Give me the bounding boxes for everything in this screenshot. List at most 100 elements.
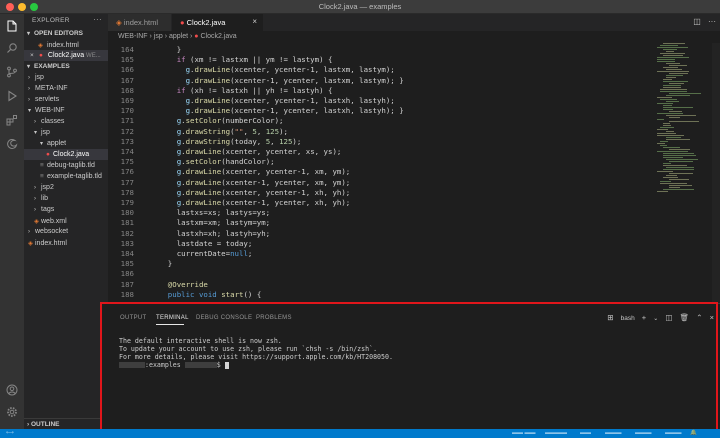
- search-icon[interactable]: [6, 42, 18, 54]
- minimap-line: [663, 177, 678, 179]
- minimap-line: [660, 89, 687, 91]
- new-terminal-icon[interactable]: +: [642, 313, 646, 322]
- close-panel-icon[interactable]: ×: [710, 313, 714, 322]
- minimap[interactable]: [653, 43, 713, 303]
- redacted-host: [119, 362, 145, 368]
- code-text: g.drawLine(xcenter-1, ycenter, xm, ym);: [177, 178, 351, 187]
- minimap-line: [669, 73, 689, 75]
- account-icon[interactable]: [6, 384, 18, 396]
- outline-section[interactable]: › OUTLINE: [24, 418, 108, 429]
- code-text: g.drawLine(xcenter, ycenter-1, xh, yh);: [177, 188, 351, 197]
- breadcrumb-item[interactable]: WEB-INF: [118, 33, 148, 40]
- code-token: drawLine: [185, 147, 222, 156]
- tree-folder[interactable]: ▾ WEB-INF: [24, 105, 108, 116]
- chevron-down-icon[interactable]: ⌄: [653, 316, 658, 322]
- code-token: drawLine: [194, 106, 231, 116]
- open-editor-index-html[interactable]: ◈ index.html: [24, 39, 108, 50]
- status-item[interactable]: ▬▬▬: [665, 430, 682, 436]
- minimap-line: [663, 147, 680, 149]
- explorer-icon[interactable]: [6, 20, 18, 32]
- edge-devtools-icon[interactable]: [6, 138, 18, 150]
- terminal-prompt[interactable]: :examples $: [119, 361, 229, 369]
- tree-folder[interactable]: › lib: [24, 193, 108, 204]
- maximize-panel-icon[interactable]: ⌃: [696, 313, 702, 322]
- minimap-line: [657, 113, 683, 115]
- workspace-section[interactable]: ▾ EXAMPLES: [24, 61, 108, 72]
- sidebar-title: EXPLORER: [32, 17, 70, 24]
- tab-output[interactable]: OUTPUT: [120, 315, 146, 321]
- minimap-line: [663, 49, 677, 51]
- more-actions-icon[interactable]: ···: [93, 15, 102, 24]
- tree-folder[interactable]: › jsp2: [24, 182, 108, 193]
- minimap-line: [663, 79, 672, 81]
- code-token: ,: [270, 136, 280, 146]
- line-number: 188: [120, 289, 134, 299]
- minimap-line: [663, 67, 679, 69]
- code-text: g.drawLine(xcenter, ycenter, xs, ys);: [177, 147, 342, 156]
- source-control-icon[interactable]: [6, 66, 18, 78]
- code-token: (xcenter, ycenter-1, lastxm, lastym);: [230, 65, 395, 75]
- tree-folder[interactable]: › jsp: [24, 72, 108, 83]
- trash-icon[interactable]: 🗑: [680, 313, 690, 322]
- tab-terminal[interactable]: TERMINAL: [156, 315, 189, 321]
- code-token: public: [167, 289, 195, 299]
- status-item[interactable]: ▬▬▬: [635, 430, 652, 436]
- breadcrumb-item[interactable]: applet: [169, 33, 188, 40]
- status-item[interactable]: ▬▬▬▬: [545, 430, 567, 436]
- tree-folder[interactable]: ▾ applet: [24, 138, 108, 149]
- notifications-icon[interactable]: 🔔: [690, 430, 697, 436]
- chevron-down-icon: ▾: [34, 129, 38, 136]
- minimap-line: [663, 87, 682, 89]
- tree-folder[interactable]: › META-INF: [24, 83, 108, 94]
- tree-folder[interactable]: › servlets: [24, 94, 108, 105]
- tab-debug-console[interactable]: DEBUG CONSOLE: [196, 315, 252, 321]
- code-token: (xcenter, ycenter-1, lastxh, lastyh);: [230, 96, 395, 105]
- editor-scrollbar[interactable]: [712, 43, 720, 303]
- remote-icon[interactable]: ⟷: [6, 430, 14, 436]
- tab-index-html[interactable]: ◈ index.html: [108, 14, 172, 31]
- tree-folder[interactable]: ▾ jsp: [24, 127, 108, 138]
- tree-file[interactable]: ◈ index.html: [24, 237, 108, 248]
- shell-name[interactable]: bash: [621, 315, 635, 322]
- run-debug-icon[interactable]: [6, 90, 18, 102]
- status-item[interactable]: ▬▬ ▬▬: [512, 430, 536, 436]
- tree-file[interactable]: ≡ example-taglib.tld: [24, 171, 108, 182]
- tree-file[interactable]: ● Clock2.java: [24, 149, 108, 160]
- code-text: g.drawString("", 5, 125);: [177, 127, 288, 136]
- breadcrumb-item[interactable]: Clock2.java: [200, 33, 236, 40]
- minimap-line: [666, 139, 690, 141]
- tree-item-label: Clock2.java: [53, 150, 90, 158]
- minimap-line: [657, 151, 689, 153]
- minimap-line: [660, 181, 672, 183]
- tree-folder[interactable]: › websocket: [24, 226, 108, 237]
- status-item[interactable]: ▬▬: [580, 430, 591, 436]
- chevron-right-icon: ›: [28, 74, 30, 81]
- minimap-line: [660, 145, 667, 147]
- close-tab-icon[interactable]: ×: [252, 17, 257, 26]
- breadcrumb-item[interactable]: jsp: [154, 33, 163, 40]
- open-editors-section[interactable]: ▾ OPEN EDITORS: [24, 28, 108, 39]
- window-title: Clock2.java — examples: [318, 2, 402, 11]
- tab-clock2-java[interactable]: ● Clock2.java ×: [172, 14, 264, 31]
- split-terminal-icon[interactable]: ◫: [665, 313, 672, 322]
- code-token: null: [230, 249, 248, 258]
- tree-folder[interactable]: › tags: [24, 204, 108, 215]
- split-editor-icon[interactable]: ◫: [693, 17, 701, 26]
- terminal-line: To update your account to use zsh, pleas…: [119, 345, 378, 353]
- tab-problems[interactable]: PROBLEMS: [256, 315, 292, 321]
- editor-actions: ◫ ···: [688, 17, 716, 26]
- code-token: (numberColor);: [221, 116, 284, 126]
- close-icon[interactable]: ×: [30, 52, 37, 59]
- code-editor[interactable]: 164} 165 if (xm != lastxm || ym != lastym)…: [108, 43, 720, 303]
- tree-file[interactable]: ≡ debug-taglib.tld: [24, 160, 108, 171]
- settings-gear-icon[interactable]: [6, 406, 18, 418]
- status-bar: ⟷ ▬▬ ▬▬ ▬▬▬▬ ▬▬ ▬▬▬ ▬▬▬ ▬▬▬ 🔔: [0, 429, 720, 438]
- open-editor-clock2-java[interactable]: × ● Clock2.java WE...: [24, 50, 108, 61]
- more-actions-icon[interactable]: ···: [708, 17, 716, 26]
- tree-item-label: lib: [41, 194, 49, 202]
- code-line[interactable]: 188 public void start() {: [108, 290, 638, 301]
- extensions-icon[interactable]: [6, 114, 18, 126]
- tree-file[interactable]: ◈ web.xml: [24, 215, 108, 226]
- status-item[interactable]: ▬▬▬: [605, 430, 622, 436]
- tree-folder[interactable]: › classes: [24, 116, 108, 127]
